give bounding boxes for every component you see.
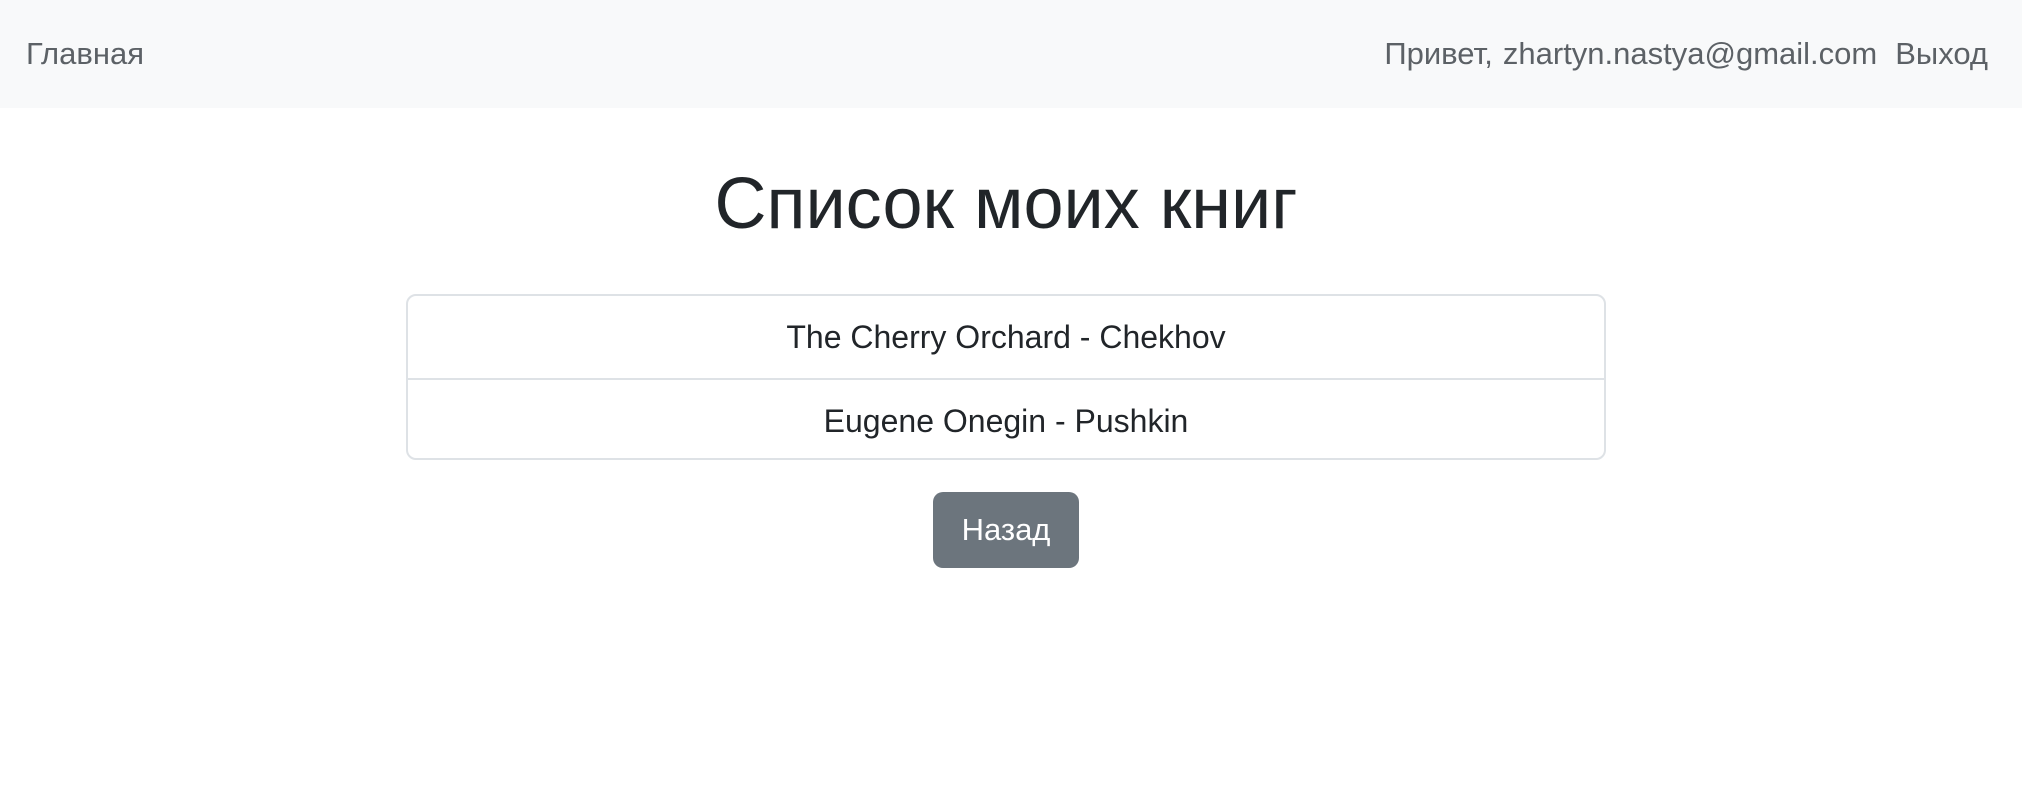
- back-button[interactable]: Назад: [933, 492, 1079, 568]
- book-list-item: Eugene Onegin - Pushkin: [408, 378, 1604, 458]
- book-list-item: The Cherry Orchard - Chekhov: [786, 319, 1226, 355]
- navbar: Главная Привет, zhartyn.nastya@gmail.com …: [0, 0, 2022, 108]
- nav-user-area: Привет, zhartyn.nastya@gmail.com Выход: [1384, 0, 1988, 108]
- user-email: zhartyn.nastya@gmail.com: [1502, 36, 1878, 71]
- nav-home-link[interactable]: Главная: [26, 0, 144, 108]
- greeting-prefix: Привет,: [1384, 36, 1493, 71]
- book-list: The Cherry Orchard - Chekhov Eugene Oneg…: [406, 294, 1606, 460]
- page-title: Список моих книг: [714, 164, 1298, 244]
- logout-link[interactable]: Выход: [1895, 36, 1988, 72]
- user-greeting: Привет, zhartyn.nastya@gmail.com: [1384, 36, 1877, 72]
